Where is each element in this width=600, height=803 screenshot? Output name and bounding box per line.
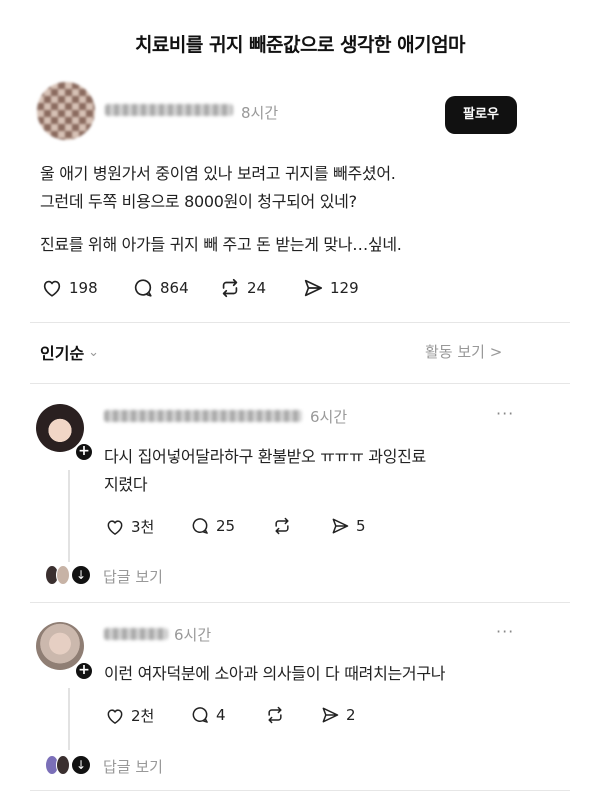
like-count: 198: [69, 279, 98, 297]
send-icon: [332, 518, 349, 534]
reply-avatars: ↓: [45, 565, 91, 585]
sort-label: 인기순: [40, 344, 85, 363]
more-dots-icon[interactable]: ···: [496, 622, 514, 641]
comment-reply-button[interactable]: 25: [190, 516, 235, 536]
share-count: 129: [330, 279, 359, 297]
author-avatar-blurred[interactable]: [37, 82, 95, 140]
send-icon: [322, 707, 339, 723]
view-replies-link[interactable]: 답글 보기: [103, 566, 163, 587]
comment-reply-count: 25: [216, 517, 236, 535]
comment-text-line-1: 다시 집어넣어달라하구 환불받오 ㅠㅠㅠ 과잉진료: [104, 447, 426, 466]
follow-plus-icon[interactable]: +: [74, 442, 94, 462]
commenter-name-blurred[interactable]: [104, 628, 168, 640]
comment-bubble-icon: [192, 518, 208, 534]
repost-button[interactable]: 24: [219, 277, 266, 299]
mini-avatar: [56, 565, 70, 585]
repost-icon: [222, 278, 238, 298]
commenter-name-blurred[interactable]: [104, 410, 302, 422]
activity-link[interactable]: 활동 보기 >: [425, 341, 502, 362]
comment-share-button[interactable]: 5: [330, 516, 366, 536]
comment-bubble-icon: [192, 707, 208, 723]
comment-button[interactable]: 864: [132, 277, 189, 299]
comment-reply-button[interactable]: 4: [190, 705, 226, 725]
heart-icon: [107, 708, 123, 724]
share-button[interactable]: 129: [302, 277, 359, 299]
mini-avatar: [56, 755, 70, 775]
send-icon: [304, 279, 323, 297]
author-name-blurred[interactable]: [105, 104, 233, 116]
comment-like-button[interactable]: 2천: [105, 705, 154, 726]
comment-like-count: 3천: [131, 518, 155, 536]
divider: [30, 383, 570, 384]
comment-share-count: 2: [346, 706, 356, 724]
heart-icon: [43, 280, 61, 297]
post-time: 8시간: [241, 104, 279, 122]
comment-bubble-icon: [134, 279, 152, 297]
divider: [30, 602, 570, 603]
more-dots-icon[interactable]: ···: [496, 404, 514, 423]
follow-plus-icon[interactable]: +: [74, 661, 94, 681]
comment-like-count: 2천: [131, 707, 155, 725]
like-button[interactable]: 198: [41, 277, 98, 299]
arrow-down-icon: ↓: [71, 755, 91, 775]
comment-time: 6시간: [310, 408, 348, 426]
comment-reply-count: 4: [216, 706, 226, 724]
comment-like-button[interactable]: 3천: [105, 516, 154, 537]
thread-line: [68, 470, 70, 562]
comment-count: 864: [160, 279, 189, 297]
post-text-line-2: 그런데 두쪽 비용으로 8000원이 청구되어 있네?: [40, 192, 357, 211]
divider: [30, 790, 570, 791]
sort-dropdown[interactable]: 인기순 ⌄: [40, 340, 99, 364]
comment-repost-button[interactable]: [265, 705, 285, 725]
comment-share-button[interactable]: 2: [320, 705, 356, 725]
headline: 치료비를 귀지 빼준값으로 생각한 애기엄마: [134, 34, 466, 56]
divider: [30, 322, 570, 323]
heart-icon: [107, 519, 123, 535]
comment-time: 6시간: [174, 626, 212, 644]
reply-avatars: ↓: [45, 755, 91, 775]
follow-button[interactable]: 팔로우: [445, 96, 517, 134]
repost-icon: [275, 517, 289, 535]
thread-line: [68, 688, 70, 750]
chevron-down-icon: ⌄: [88, 344, 100, 360]
comment-text-line-2: 지렸다: [104, 475, 148, 494]
repost-icon: [268, 706, 282, 724]
comment-text-line-1: 이런 여자덕분에 소아과 의사들이 다 때려치는거구나: [104, 664, 446, 683]
view-replies-link[interactable]: 답글 보기: [103, 756, 163, 777]
comment-share-count: 5: [356, 517, 366, 535]
repost-count: 24: [247, 279, 267, 297]
comment-repost-button[interactable]: [272, 516, 292, 536]
arrow-down-icon: ↓: [71, 565, 91, 585]
post-text-line-3: 진료를 위해 아가들 귀지 빼 주고 돈 받는게 맞나…싶네.: [40, 235, 402, 254]
post-text-line-1: 울 애기 병원가서 중이염 있나 보려고 귀지를 빼주셨어.: [40, 164, 396, 183]
